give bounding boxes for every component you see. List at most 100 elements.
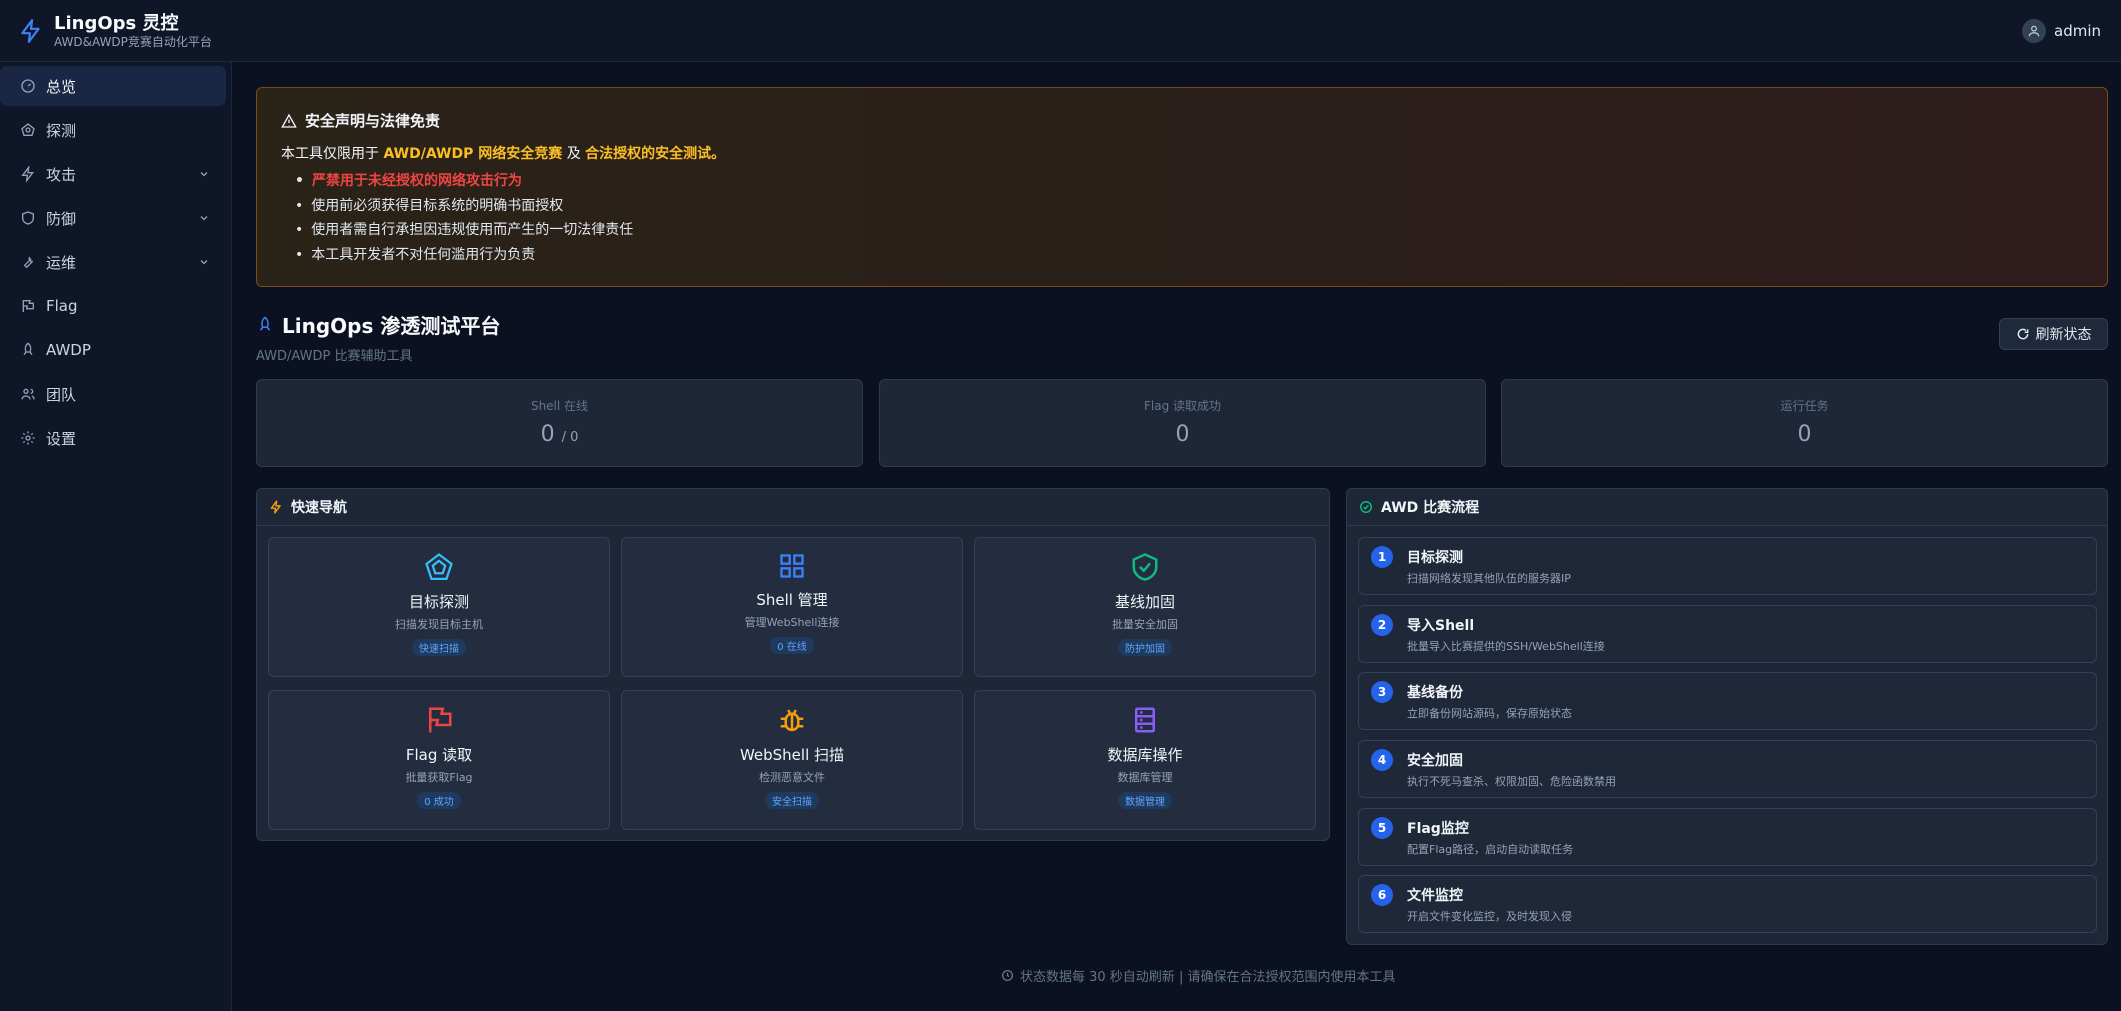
step-number: 2 [1371, 614, 1393, 636]
info-clock-icon [1001, 969, 1014, 982]
quick-card-badge: 数据管理 [1118, 792, 1172, 809]
sidebar-item-defense[interactable]: 防御 [0, 198, 226, 238]
flow-step: 4 安全加固 执行不死马查杀、权限加固、危险函数禁用 [1358, 740, 2097, 798]
quick-card-target-detect[interactable]: 目标探测 扫描发现目标主机 快速扫描 [268, 537, 610, 677]
quick-card-desc: 检测恶意文件 [759, 771, 825, 784]
gear-icon [21, 431, 35, 445]
sidebar-item-label: 总览 [46, 77, 77, 96]
refresh-label: 刷新状态 [2035, 327, 2092, 343]
user-menu[interactable]: admin [2022, 19, 2101, 43]
quick-card-desc: 数据库管理 [1117, 771, 1173, 784]
rocket-icon [259, 316, 271, 331]
stat-label: Shell 在线 [530, 399, 589, 413]
brand[interactable]: LingOps 灵控 AWD&AWDP竞赛自动化平台 [18, 13, 212, 49]
quick-card-name: 基线加固 [1114, 593, 1175, 611]
intro-highlight-competition: AWD/AWDP 网络安全竞赛 [383, 146, 563, 162]
flow-step: 1 目标探测 扫描网络发现其他队伍的服务器IP [1358, 537, 2097, 595]
bolt-logo-icon [21, 18, 40, 43]
quick-card-baseline-harden[interactable]: 基线加固 批量安全加固 防护加固 [974, 537, 1316, 677]
step-number: 4 [1371, 749, 1393, 771]
step-desc: 立即备份网站源码，保存原始状态 [1407, 707, 1572, 720]
bug-icon [780, 709, 804, 732]
top-header: LingOps 灵控 AWD&AWDP竞赛自动化平台 admin [0, 0, 2121, 62]
bolt-icon [270, 500, 281, 514]
step-number: 3 [1371, 681, 1393, 703]
step-desc: 扫描网络发现其他队伍的服务器IP [1407, 572, 1571, 585]
awd-flow-title: AWD 比赛流程 [1381, 500, 1480, 516]
shield-icon [22, 211, 34, 225]
sidebar-item-team[interactable]: 团队 [0, 374, 226, 414]
page-subtitle: AWD/AWDP 比赛辅助工具 [256, 349, 413, 364]
dashboard-icon [21, 79, 35, 93]
quick-card-database[interactable]: 数据库操作 数据库管理 数据管理 [974, 690, 1316, 830]
flow-step: 5 Flag监控 配置Flag路径，启动自动读取任务 [1358, 808, 2097, 866]
refresh-status-button[interactable]: 刷新状态 [1999, 318, 2108, 350]
check-circle-icon [1360, 501, 1372, 513]
quick-nav-panel: 快速导航 目标探测 扫描发现目标主机 快速扫描 Shell 管理 管理WebSh… [256, 488, 1330, 841]
sidebar-item-overview[interactable]: 总览 [0, 66, 226, 106]
disclaimer-item: 严禁用于未经授权的网络攻击行为 [295, 169, 2083, 194]
step-title: Flag监控 [1407, 821, 1469, 837]
step-title: 目标探测 [1407, 550, 1463, 566]
brand-subtitle: AWD&AWDP竞赛自动化平台 [54, 34, 212, 49]
quick-nav-header: 快速导航 [257, 489, 1329, 526]
sidebar-item-label: 攻击 [46, 165, 77, 184]
awd-flow-header: AWD 比赛流程 [1347, 489, 2107, 526]
page-title-text: LingOps 渗透测试平台 [282, 314, 501, 338]
stat-card-flag: Flag 读取成功 0 [879, 379, 1486, 467]
step-desc: 执行不死马查杀、权限加固、危险函数禁用 [1407, 775, 1616, 788]
wrench-icon [23, 256, 34, 269]
sidebar-item-label: 运维 [46, 253, 77, 272]
quick-card-desc: 扫描发现目标主机 [395, 618, 483, 631]
disclaimer-title-text: 安全声明与法律免责 [305, 112, 441, 130]
user-name[interactable]: admin [2054, 22, 2101, 40]
avatar[interactable] [2022, 19, 2046, 43]
quick-card-name: 目标探测 [408, 593, 469, 611]
step-number: 5 [1371, 817, 1393, 839]
sidebar-item-ops[interactable]: 运维 [0, 242, 226, 282]
quick-card-name: WebShell 扫描 [739, 746, 845, 764]
quick-card-badge: 快速扫描 [412, 639, 466, 656]
quick-card-badge: 安全扫描 [765, 792, 819, 809]
flow-step: 6 文件监控 开启文件变化监控，及时发现入侵 [1358, 875, 2097, 933]
quick-card-desc: 批量安全加固 [1112, 618, 1178, 631]
stat-card-shell: Shell 在线 0 / 0 [256, 379, 863, 467]
chevron-down-icon[interactable] [198, 168, 210, 180]
quick-card-webshell-scan[interactable]: WebShell 扫描 检测恶意文件 安全扫描 [621, 690, 963, 830]
footer-text: 状态数据每 30 秒自动刷新 | 请确保在合法授权范围内使用本工具 [1020, 970, 1396, 985]
stat-label: 运行任务 [1780, 399, 1829, 413]
sidebar-item-awdp[interactable]: AWDP [0, 330, 226, 370]
sidebar-item-label: AWDP [46, 341, 91, 359]
users-icon [21, 388, 35, 400]
intro-highlight-authorized: 合法授权的安全测试 [585, 146, 712, 162]
flag-icon [22, 300, 34, 312]
step-title: 文件监控 [1407, 888, 1463, 904]
quick-card-badge: 0 成功 [417, 792, 461, 809]
step-desc: 配置Flag路径，启动自动读取任务 [1407, 843, 1574, 856]
disclaimer-item: 本工具开发者不对任何滥用行为负责 [295, 243, 2083, 268]
awd-flow-panel: AWD 比赛流程 1 目标探测 扫描网络发现其他队伍的服务器IP 2 导入She… [1346, 488, 2108, 945]
stat-value: 0 [1175, 422, 1190, 447]
sidebar-item-detect[interactable]: 探测 [0, 110, 226, 150]
sidebar-item-label: Flag [46, 297, 78, 315]
user-icon [2028, 25, 2040, 37]
chevron-down-icon[interactable] [198, 212, 210, 224]
step-number: 6 [1371, 884, 1393, 906]
stat-label: Flag 读取成功 [1143, 399, 1222, 413]
intro-mid: 及 [562, 146, 586, 162]
chevron-down-icon[interactable] [198, 256, 210, 268]
sidebar-item-settings[interactable]: 设置 [0, 418, 226, 458]
rocket-icon [23, 342, 33, 356]
radar-icon [21, 123, 35, 136]
quick-card-desc: 批量获取Flag [405, 771, 473, 784]
quick-card-shell-manage[interactable]: Shell 管理 管理WebShell连接 0 在线 [621, 537, 963, 677]
sidebar-item-label: 防御 [46, 209, 77, 228]
quick-card-desc: 管理WebShell连接 [744, 616, 840, 629]
stat-number: 0 [540, 422, 555, 447]
quick-card-name: 数据库操作 [1107, 746, 1183, 764]
sidebar: 总览 探测 攻击 防御 运维 Flag AWDP 团队 设置 [0, 62, 232, 1011]
brand-title: LingOps 灵控 [54, 12, 179, 34]
sidebar-item-attack[interactable]: 攻击 [0, 154, 226, 194]
sidebar-item-flag[interactable]: Flag [0, 286, 226, 326]
quick-card-flag-read[interactable]: Flag 读取 批量获取Flag 0 成功 [268, 690, 610, 830]
